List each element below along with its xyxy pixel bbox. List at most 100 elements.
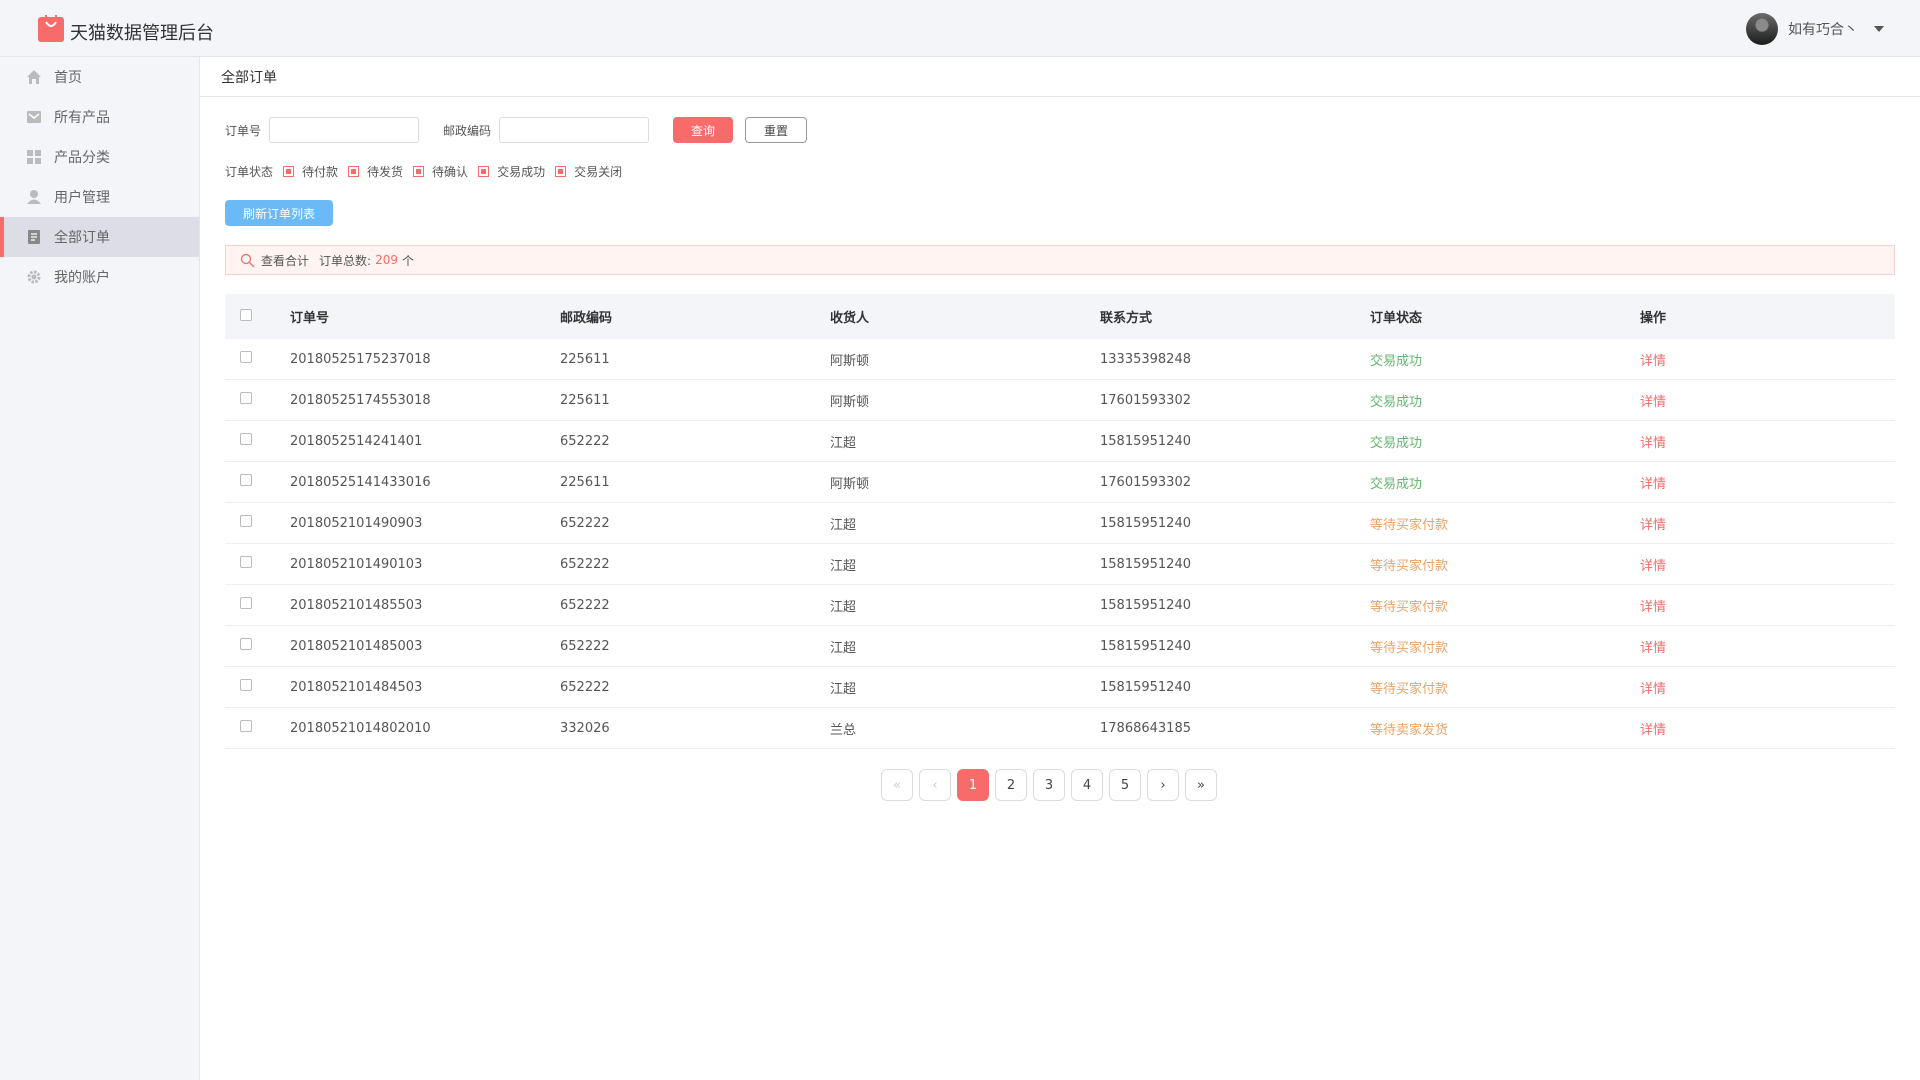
row-checkbox[interactable] — [240, 433, 252, 445]
row-checkbox[interactable] — [240, 556, 252, 568]
order-no-label: 订单号 — [225, 123, 262, 138]
query-button[interactable]: 查询 — [673, 117, 734, 143]
sidebar-item-account[interactable]: 我的账户 — [0, 257, 199, 297]
row-checkbox[interactable] — [240, 720, 252, 732]
table-row: 20180521014802010 332026 兰总 17868643185 等待卖家… — [225, 708, 1895, 749]
phone-cell: 17868643185 — [1100, 720, 1191, 736]
orders-table: 订单号 邮政编码 收货人 联系方式 订单状态 操作 20180525175237… — [225, 294, 1895, 749]
status-option-pending-payment[interactable]: 待付款 — [283, 163, 338, 180]
breadcrumb: 全部订单 — [200, 57, 1920, 97]
chevron-down-icon[interactable] — [1874, 26, 1884, 32]
sidebar-item-home[interactable]: 首页 — [0, 57, 199, 97]
sidebar-item-all-products[interactable]: 所有产品 — [0, 97, 199, 137]
tmall-logo-icon — [38, 15, 64, 42]
table-row: 20180525141433016 225611 阿斯顿 17601593302 交易成… — [225, 462, 1895, 503]
order-no-cell: 20180525141433016 — [290, 474, 431, 490]
first-page-button[interactable]: « — [881, 769, 913, 801]
table-header: 订单号 邮政编码 收货人 联系方式 订单状态 操作 — [225, 294, 1895, 339]
sidebar-item-users[interactable]: 用户管理 — [0, 177, 199, 217]
detail-link[interactable]: 详情 — [1640, 350, 1895, 369]
checkbox[interactable] — [555, 166, 567, 177]
user-menu[interactable]: 如有巧合丶 — [1746, 13, 1884, 45]
postcode-label: 邮政编码 — [443, 123, 492, 138]
status-option-closed[interactable]: 交易关闭 — [555, 163, 622, 180]
phone-cell: 15815951240 — [1100, 433, 1191, 449]
page-button[interactable]: 1 — [957, 769, 989, 801]
sidebar-item-label: 我的账户 — [54, 270, 110, 286]
table-row: 2018052101485003 652222 江超 15815951240 等待买家付… — [225, 626, 1895, 667]
column-header: 联系方式 — [1100, 311, 1153, 326]
detail-link[interactable]: 详情 — [1640, 514, 1895, 533]
page-button[interactable]: 2 — [995, 769, 1027, 801]
filter-bar: 订单号 邮政编码 查询 重置 — [225, 117, 808, 143]
detail-link[interactable]: 详情 — [1640, 637, 1895, 656]
row-checkbox[interactable] — [240, 351, 252, 363]
top-header: 天猫数据管理后台 如有巧合丶 — [0, 0, 1920, 57]
detail-link[interactable]: 详情 — [1640, 596, 1895, 615]
checkbox[interactable] — [283, 166, 295, 177]
status-option-label: 交易成功 — [497, 165, 546, 179]
status-cell: 等待卖家发货 — [1370, 722, 1449, 738]
app-title: 天猫数据管理后台 — [70, 23, 214, 44]
main-content: 全部订单 订单号 邮政编码 查询 重置 订单状态 待付款 待发货 待确认 交易成… — [200, 57, 1920, 1080]
refresh-order-list-button[interactable]: 刷新订单列表 — [225, 200, 333, 226]
pagination: « ‹ 1 2 3 4 5 › » — [881, 769, 1217, 801]
order-no-input[interactable] — [269, 117, 420, 143]
postcode-cell: 652222 — [560, 433, 610, 449]
receiver-cell: 阿斯顿 — [830, 353, 870, 369]
detail-link[interactable]: 详情 — [1640, 555, 1895, 574]
status-cell: 交易成功 — [1370, 353, 1423, 369]
view-total-link[interactable]: 查看合计 — [261, 252, 309, 269]
total-count: 209 — [375, 253, 398, 267]
status-cell: 交易成功 — [1370, 476, 1423, 492]
product-icon — [26, 109, 42, 125]
column-header: 邮政编码 — [560, 311, 613, 326]
row-checkbox[interactable] — [240, 597, 252, 609]
reset-button[interactable]: 重置 — [745, 117, 808, 143]
detail-link[interactable]: 详情 — [1640, 678, 1895, 697]
status-option-label: 待确认 — [432, 165, 469, 179]
postcode-input[interactable] — [499, 117, 650, 143]
order-no-cell: 2018052101490903 — [290, 515, 423, 531]
detail-link[interactable]: 详情 — [1640, 391, 1895, 410]
row-checkbox[interactable] — [240, 679, 252, 691]
page-button[interactable]: 5 — [1109, 769, 1141, 801]
table-row: 2018052101490103 652222 江超 15815951240 等待买家付… — [225, 544, 1895, 585]
row-checkbox[interactable] — [240, 474, 252, 486]
status-option-pending-confirm[interactable]: 待确认 — [413, 163, 468, 180]
status-option-success[interactable]: 交易成功 — [478, 163, 545, 180]
receiver-cell: 江超 — [830, 558, 857, 574]
category-icon — [26, 149, 42, 165]
home-icon — [26, 69, 42, 85]
phone-cell: 15815951240 — [1100, 515, 1191, 531]
select-all-checkbox[interactable] — [240, 308, 252, 321]
phone-cell: 15815951240 — [1100, 679, 1191, 695]
detail-link[interactable]: 详情 — [1640, 432, 1895, 451]
sidebar-item-orders[interactable]: 全部订单 — [0, 217, 199, 257]
last-page-button[interactable]: » — [1185, 769, 1217, 801]
sidebar-item-label: 用户管理 — [54, 190, 110, 206]
receiver-cell: 江超 — [830, 681, 857, 697]
username[interactable]: 如有巧合丶 — [1788, 19, 1858, 39]
status-filter: 订单状态 待付款 待发货 待确认 交易成功 交易关闭 — [225, 163, 622, 180]
row-checkbox[interactable] — [240, 638, 252, 650]
detail-link[interactable]: 详情 — [1640, 719, 1895, 738]
row-checkbox[interactable] — [240, 392, 252, 404]
sidebar-item-label: 首页 — [54, 70, 82, 86]
next-page-button[interactable]: › — [1147, 769, 1179, 801]
gear-icon — [26, 269, 42, 285]
sidebar-item-category[interactable]: 产品分类 — [0, 137, 199, 177]
prev-page-button[interactable]: ‹ — [919, 769, 951, 801]
page-button[interactable]: 3 — [1033, 769, 1065, 801]
page-button[interactable]: 4 — [1071, 769, 1103, 801]
detail-link[interactable]: 详情 — [1640, 473, 1895, 492]
total-unit: 个 — [401, 253, 414, 268]
checkbox[interactable] — [413, 166, 425, 177]
checkbox[interactable] — [348, 166, 360, 177]
order-no-cell: 2018052101485003 — [290, 638, 423, 654]
avatar[interactable] — [1746, 13, 1778, 45]
status-option-pending-shipment[interactable]: 待发货 — [348, 163, 403, 180]
checkbox[interactable] — [478, 166, 490, 177]
row-checkbox[interactable] — [240, 515, 252, 527]
receiver-cell: 阿斯顿 — [830, 394, 870, 410]
